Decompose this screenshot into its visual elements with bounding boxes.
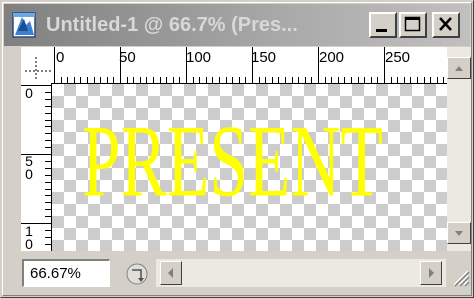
ruler-label-0: 0 — [56, 49, 65, 66]
ruler-label-150: 150 — [251, 49, 277, 66]
title-bar[interactable]: Untitled-1 @ 66.7% (Pres... — [4, 4, 470, 46]
maximize-button[interactable] — [399, 12, 427, 38]
scroll-down-button[interactable] — [447, 222, 471, 244]
ruler-origin[interactable] — [21, 47, 51, 83]
scroll-up-button[interactable] — [447, 57, 471, 79]
scroll-left-button[interactable] — [160, 261, 182, 285]
ruler-label-50: 50 — [119, 49, 136, 66]
window-title: Untitled-1 @ 66.7% (Pres... — [46, 14, 298, 36]
resize-grip-icon[interactable] — [448, 265, 470, 287]
close-icon — [439, 17, 452, 31]
horizontal-scrollbar[interactable] — [156, 259, 446, 287]
status-bar — [4, 251, 471, 295]
ruler-vlabel-0: 0 — [25, 85, 33, 101]
minimize-icon — [376, 29, 387, 32]
zoom-level-field[interactable] — [22, 259, 110, 287]
ruler-vlabel-100-digit2: 0 — [25, 236, 33, 252]
ruler-label-100: 100 — [186, 49, 212, 66]
horizontal-ruler[interactable]: 0 50 100 150 200 250 — [21, 47, 447, 84]
ruler-label-200: 200 — [319, 49, 345, 66]
scroll-right-button[interactable] — [420, 261, 442, 285]
canvas-text-layer[interactable]: PRESENT — [82, 110, 383, 213]
horizontal-ruler-ticks — [54, 47, 444, 83]
photoshop-document-icon[interactable] — [10, 11, 38, 39]
minimize-button[interactable] — [369, 12, 397, 38]
ruler-vlabel-50-digit2: 0 — [25, 166, 33, 182]
ruler-origin-crosshair-icon — [25, 57, 51, 81]
vertical-ruler[interactable]: 0 5 0 1 0 — [21, 83, 52, 251]
arrow-left-icon — [168, 268, 173, 278]
ruler-label-250: 250 — [385, 49, 411, 66]
close-button[interactable] — [432, 12, 460, 38]
status-menu-arrow-icon[interactable] — [124, 261, 150, 287]
document-window: Untitled-1 @ 66.7% (Pres... 0 50 100 150… — [0, 0, 474, 298]
document-canvas[interactable]: PRESENT — [52, 84, 447, 251]
arrow-right-icon — [429, 268, 434, 278]
arrow-down-icon — [455, 231, 463, 236]
vertical-scrollbar[interactable] — [447, 47, 471, 251]
arrow-up-icon — [455, 66, 463, 71]
maximize-icon — [404, 16, 421, 32]
